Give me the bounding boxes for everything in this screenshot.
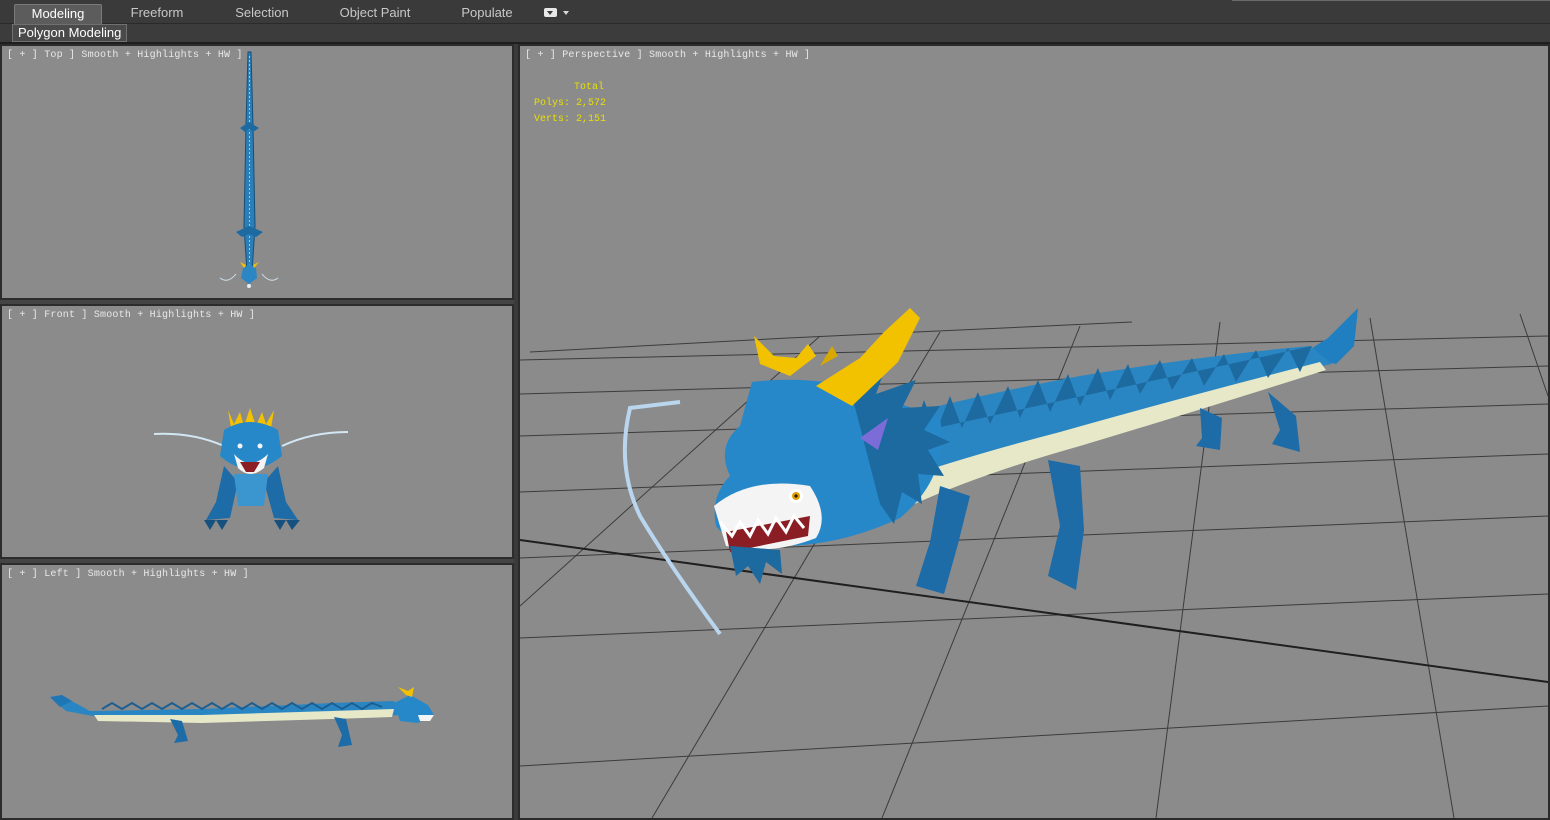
- tab-selection[interactable]: Selection: [214, 4, 310, 24]
- viewport-front[interactable]: [ + ] Front ] Smooth + Highlights + HW ]: [0, 304, 514, 559]
- chevron-down-icon: [563, 11, 569, 15]
- tab-populate[interactable]: Populate: [442, 4, 532, 24]
- tab-freeform[interactable]: Freeform: [112, 4, 202, 24]
- ribbon-panel-bar: Polygon Modeling: [0, 24, 1550, 42]
- dragon-top-view: [219, 51, 279, 288]
- panel-toggle-icon: [544, 8, 557, 17]
- dragon-side-view: [50, 687, 434, 747]
- tab-object-paint[interactable]: Object Paint: [324, 4, 426, 24]
- viewport-left[interactable]: [ + ] Left ] Smooth + Highlights + HW ]: [0, 563, 514, 820]
- viewport-top[interactable]: [ + ] Top ] Smooth + Highlights + HW ]: [0, 44, 514, 300]
- ribbon-divider: [1232, 0, 1550, 3]
- tab-modeling[interactable]: Modeling: [14, 4, 102, 24]
- ribbon-tab-bar: Modeling Freeform Selection Object Paint…: [0, 0, 1550, 24]
- dragon-front-view: [153, 408, 349, 530]
- polygon-modeling-button[interactable]: Polygon Modeling: [12, 24, 128, 42]
- viewport-perspective[interactable]: [ + ] Perspective ] Smooth + Highlights …: [518, 44, 1550, 820]
- dropdown-options-icon[interactable]: [544, 8, 570, 18]
- perspective-scene: [520, 308, 1548, 818]
